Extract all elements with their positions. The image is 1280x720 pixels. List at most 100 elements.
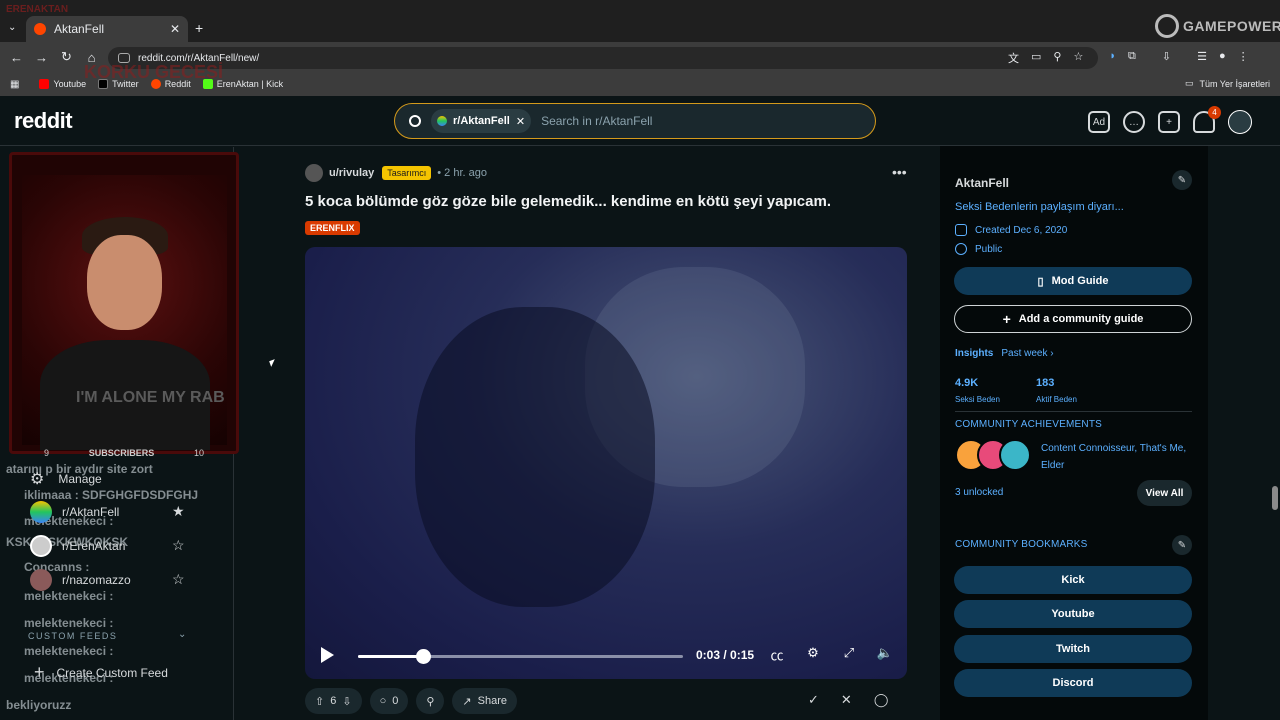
volume-icon[interactable]: 🔈	[876, 645, 894, 664]
reading-list-icon[interactable]: ☰	[1197, 50, 1207, 66]
translate-icon[interactable]: 文	[1008, 50, 1019, 66]
nav-manage[interactable]: ⚙ Manage	[30, 469, 102, 489]
extensions-icon[interactable]: ⧉	[1128, 50, 1136, 66]
chat-line: iklimaaa : SDFGHGFDSDFGHJ	[24, 488, 199, 502]
edit-pencil-icon[interactable]: ✎	[1172, 170, 1192, 190]
folder-icon: ▭	[1184, 78, 1194, 88]
settings-icon[interactable]: ⚙	[804, 645, 822, 664]
browser-toolbar-icons: 文 ▭ ⚲ ☆ ◗ ⧉ ⇩ ☰ ● ⋮	[1008, 50, 1249, 66]
seek-progress	[358, 655, 423, 658]
insights-link[interactable]: Insights	[955, 348, 993, 359]
upvote-icon[interactable]: ⇧	[315, 695, 324, 708]
community-avatar	[30, 501, 52, 523]
reload-icon[interactable]: ↻	[54, 49, 79, 65]
bookmark-link-kick[interactable]: Kick	[954, 566, 1192, 594]
bookmark-link-youtube[interactable]: Youtube	[954, 600, 1192, 628]
stream-title-overlay: KORKU GECESİ	[84, 62, 224, 82]
bookmark-youtube[interactable]: Youtube	[39, 79, 86, 89]
community-name: AktanFell	[955, 176, 1010, 190]
apps-icon[interactable]: ▦	[10, 79, 19, 90]
bookmark-star-icon[interactable]: ☆	[1073, 50, 1083, 66]
vote-count: 6	[330, 695, 337, 707]
add-community-guide-button[interactable]: + Add a community guide	[954, 305, 1192, 333]
profile-icon[interactable]: ●	[1219, 50, 1226, 66]
url-field[interactable]: reddit.com/r/AktanFell/new/	[108, 47, 1098, 69]
achievements-text: Content Connoisseur, That's Me, Elder	[1041, 443, 1187, 471]
plus-icon: +	[1002, 311, 1011, 327]
view-all-button[interactable]: View All	[1137, 480, 1192, 506]
tab-search-icon[interactable]: ⌄	[8, 22, 16, 33]
forward-icon[interactable]: →	[29, 50, 54, 65]
notifications-icon[interactable]: 4	[1193, 106, 1221, 133]
cast-icon[interactable]: ▭	[1031, 50, 1041, 66]
more-options-icon[interactable]: •••	[892, 164, 907, 180]
remove-scope-icon[interactable]: ✕	[516, 115, 525, 128]
favorite-star-icon[interactable]: ★	[172, 503, 185, 520]
youtube-icon	[39, 79, 50, 89]
play-icon[interactable]	[321, 647, 334, 663]
video-buttons: ㏄ ⚙ ⤢ 🔈	[768, 645, 894, 664]
award-button[interactable]: ⚲	[416, 688, 445, 714]
search-scope-chip[interactable]: r/AktanFell ✕	[431, 109, 532, 133]
back-icon[interactable]: ←	[4, 50, 29, 65]
author-avatar[interactable]	[305, 164, 323, 182]
advertise-icon[interactable]: Ad	[1088, 111, 1110, 133]
remove-icon[interactable]: ✕	[841, 692, 852, 708]
cake-icon	[955, 224, 967, 236]
all-bookmarks[interactable]: ▭ Tüm Yer İşaretleri	[1185, 78, 1270, 89]
favorite-star-icon[interactable]: ☆	[172, 571, 185, 588]
comments-button[interactable]: ○ 0	[369, 688, 409, 714]
fullscreen-icon[interactable]: ⤢	[840, 645, 858, 664]
page-scrollbar[interactable]	[1272, 486, 1278, 510]
zoom-icon[interactable]: ⚲	[1053, 50, 1061, 66]
mod-shield-icon[interactable]: ◯	[874, 692, 889, 708]
downloads-icon[interactable]: ⇩	[1162, 50, 1171, 66]
extension-icon[interactable]: ◗	[1109, 50, 1116, 66]
nav-community-erenaktan[interactable]: r/ErenAktan	[30, 535, 125, 557]
tab-aktanfell[interactable]: AktanFell ✕	[26, 16, 188, 42]
bookmark-link-twitch[interactable]: Twitch	[954, 635, 1192, 663]
nav-community-nazomazzo[interactable]: r/nazomazzo	[30, 569, 131, 591]
insights-period[interactable]: Past week ›	[1001, 348, 1053, 359]
achievement-badges[interactable]	[955, 439, 1031, 471]
video-controls: 0:03 / 0:15 ㏄ ⚙ ⤢ 🔈	[305, 633, 907, 679]
webcam-overlay: I'M ALONE MY RAB	[9, 152, 239, 454]
favorite-star-icon[interactable]: ☆	[172, 537, 185, 554]
captions-icon[interactable]: ㏄	[768, 645, 786, 664]
video-seek-bar[interactable]	[358, 649, 683, 664]
custom-feeds-label[interactable]: CUSTOM FEEDS	[28, 631, 117, 641]
mod-guide-button[interactable]: ▯ Mod Guide	[954, 267, 1192, 295]
chrome-menu-icon[interactable]: ⋮	[1238, 50, 1249, 66]
notification-badge: 4	[1208, 106, 1221, 119]
video-player[interactable]: 0:03 / 0:15 ㏄ ⚙ ⤢ 🔈	[305, 247, 907, 679]
stat-active-value: 183	[1036, 377, 1055, 389]
edit-pencil-icon[interactable]: ✎	[1172, 535, 1192, 555]
create-custom-feed-button[interactable]: + Create Custom Feed	[34, 662, 168, 683]
nav-community-aktanfell[interactable]: r/AktanFell	[30, 501, 119, 523]
chat-icon[interactable]: …	[1123, 111, 1145, 133]
close-tab-icon[interactable]: ✕	[170, 22, 180, 36]
author-link[interactable]: u/rivulay	[329, 167, 374, 179]
search-input[interactable]: Search in r/AktanFell	[541, 114, 652, 128]
post-title[interactable]: 5 koca bölümde göz göze bile gelemedik..…	[305, 193, 831, 210]
share-button[interactable]: ↗ Share	[452, 688, 517, 714]
share-icon: ↗	[462, 695, 472, 708]
user-avatar[interactable]	[1228, 110, 1252, 134]
mod-actions: ✓ ✕ ◯	[808, 692, 888, 708]
bookmark-link-discord[interactable]: Discord	[954, 669, 1192, 697]
reddit-logo[interactable]: reddit	[14, 108, 73, 134]
post-flair[interactable]: ERENFLIX	[305, 221, 360, 235]
award-icon: ⚲	[426, 695, 435, 708]
gear-icon: ⚙	[30, 471, 45, 488]
downvote-icon[interactable]: ⇩	[342, 695, 351, 708]
chevron-down-icon[interactable]: ⌄	[178, 629, 186, 640]
seek-handle[interactable]	[416, 649, 431, 664]
new-tab-button[interactable]: +	[195, 20, 203, 36]
unlocked-count: 3 unlocked	[955, 487, 1004, 498]
stream-logo: ERENAKTAN	[6, 4, 69, 15]
approve-icon[interactable]: ✓	[808, 692, 819, 708]
search-bar[interactable]: r/AktanFell ✕ Search in r/AktanFell	[394, 103, 876, 139]
reddit-header: reddit r/AktanFell ✕ Search in r/AktanFe…	[0, 96, 1280, 146]
visibility: Public	[955, 243, 1002, 255]
create-post-icon[interactable]: +	[1158, 111, 1180, 133]
